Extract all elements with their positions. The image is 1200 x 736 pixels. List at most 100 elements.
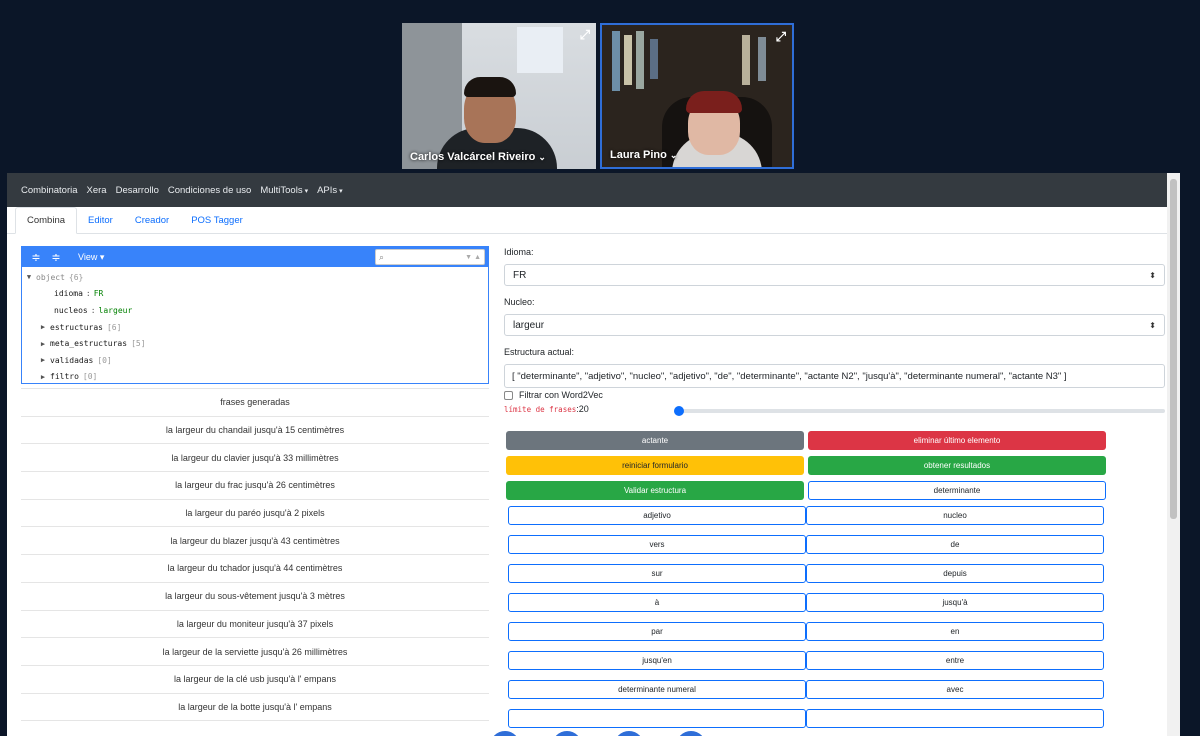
- nucleo-select[interactable]: largeur ⬍: [504, 314, 1165, 336]
- tree-node-nucleos[interactable]: nucleos: largeur: [22, 302, 488, 319]
- tab-bar: Combina Editor Creador POS Tagger: [7, 207, 1180, 234]
- reiniciar-formulario-button[interactable]: reiniciar formulario: [506, 456, 804, 475]
- expand-all-icon[interactable]: ≑: [28, 251, 44, 264]
- idioma-select[interactable]: FR ⬍: [504, 264, 1165, 286]
- word-button[interactable]: [508, 709, 806, 728]
- word2vec-filter[interactable]: Filtrar con Word2Vec: [504, 388, 603, 402]
- next-result-icon[interactable]: ▼: [465, 254, 472, 261]
- collapsed-triangle-icon[interactable]: ▶: [36, 373, 50, 381]
- tree-node-filtro[interactable]: ▶ filtro [0]: [22, 369, 488, 386]
- video-tile-carlos[interactable]: ⤢ Carlos Valcárcel Riveiro ⌄: [402, 23, 596, 169]
- estructura-label: Estructura actual:: [504, 347, 575, 357]
- table-row[interactable]: la largeur du frac jusqu'à 26 centimètre…: [21, 472, 489, 500]
- participant-name: Carlos Valcárcel Riveiro ⌄: [410, 151, 546, 163]
- table-row[interactable]: la largeur du paréo jusqu'à 2 pixels: [21, 500, 489, 528]
- json-tree: ▼ object {6} idioma: FR nucleos: largeur ▶…: [22, 267, 488, 385]
- nucleo-button[interactable]: nucleo: [806, 506, 1104, 525]
- scrollbar-thumb[interactable]: [1170, 179, 1177, 519]
- video-tile-laura[interactable]: ⤢ Laura Pino ⌄: [600, 23, 794, 169]
- page-scrollbar[interactable]: [1167, 173, 1180, 736]
- chevron-down-icon: ▾: [339, 187, 343, 195]
- de-button[interactable]: de: [806, 535, 1104, 554]
- adjetivo-button[interactable]: adjetivo: [508, 506, 806, 525]
- table-row[interactable]: la largeur de la botte jusqu'à l' empans: [21, 694, 489, 722]
- en-button[interactable]: en: [806, 622, 1104, 641]
- chevron-down-icon[interactable]: ⌄: [538, 152, 546, 162]
- jusqua-button[interactable]: jusqu'à: [806, 593, 1104, 612]
- eliminar-ultimo-button[interactable]: eliminar último elemento: [808, 431, 1106, 450]
- table-row[interactable]: la largeur du blazer jusqu'à 43 centimèt…: [21, 527, 489, 556]
- tree-node-validadas[interactable]: ▶ validadas [0]: [22, 352, 488, 369]
- tree-node-estructuras[interactable]: ▶ estructuras [6]: [22, 319, 488, 336]
- previous-result-icon[interactable]: ▲: [474, 254, 481, 261]
- participant-video: [686, 91, 742, 113]
- nav-multitools[interactable]: MultiTools ▾: [260, 185, 308, 196]
- table-row[interactable]: la largeur du sous-vêtement jusqu'à 3 mè…: [21, 583, 489, 611]
- collapse-all-icon[interactable]: ≑: [48, 251, 64, 264]
- a-button[interactable]: à: [508, 593, 806, 612]
- collapsed-triangle-icon[interactable]: ▶: [36, 340, 50, 348]
- table-row[interactable]: la largeur de la clé usb jusqu'à l' empa…: [21, 666, 489, 694]
- idioma-label: Idioma:: [504, 247, 534, 257]
- select-arrows-icon: ⬍: [1149, 320, 1156, 330]
- table-row[interactable]: la largeur du tchador jusqu'à 44 centimè…: [21, 555, 489, 583]
- navbar: Combinatoria Xera Desarrollo Condiciones…: [7, 173, 1180, 207]
- collapsed-triangle-icon[interactable]: ▶: [36, 356, 50, 364]
- limite-control: límite de frases:20: [504, 402, 1165, 416]
- depuis-button[interactable]: depuis: [806, 564, 1104, 583]
- table-row[interactable]: la largeur de la serviette jusqu'à 26 mi…: [21, 638, 489, 666]
- tab-editor[interactable]: Editor: [77, 208, 124, 233]
- expanded-triangle-icon[interactable]: ▼: [22, 273, 36, 281]
- nav-desarrollo[interactable]: Desarrollo: [116, 185, 159, 196]
- word-button[interactable]: [806, 709, 1104, 728]
- actante-button[interactable]: actante: [506, 431, 804, 450]
- structure-buttons: actante eliminar último elemento reinici…: [506, 431, 1106, 728]
- chevron-down-icon: ▾: [304, 187, 309, 195]
- jusquen-button[interactable]: jusqu'en: [508, 651, 806, 670]
- video-background: [517, 27, 563, 73]
- tab-combina[interactable]: Combina: [15, 207, 78, 234]
- nav-xera[interactable]: Xera: [87, 185, 107, 196]
- validar-estructura-button[interactable]: Validar estructura: [506, 481, 804, 500]
- chevron-down-icon[interactable]: ⌄: [670, 150, 678, 160]
- limite-label: límite de frases:20: [504, 404, 589, 414]
- table-row[interactable]: la largeur du chandail jusqu'à 15 centim…: [21, 417, 489, 445]
- expand-icon[interactable]: ⤢: [580, 27, 590, 43]
- collapsed-triangle-icon[interactable]: ▶: [36, 323, 50, 331]
- obtener-resultados-button[interactable]: obtener resultados: [808, 456, 1106, 475]
- expand-icon[interactable]: ⤢: [776, 29, 786, 45]
- vers-button[interactable]: vers: [508, 535, 806, 554]
- select-arrows-icon: ⬍: [1149, 270, 1156, 280]
- avec-button[interactable]: avec: [806, 680, 1104, 699]
- determinante-numeral-button[interactable]: determinante numeral: [508, 680, 806, 699]
- tree-node-root[interactable]: ▼ object {6}: [22, 269, 488, 286]
- tab-pos-tagger[interactable]: POS Tagger: [180, 208, 254, 233]
- json-editor-menu: ≑ ≑ View ▾ ⌕ ▼ ▲: [22, 247, 488, 267]
- par-button[interactable]: par: [508, 622, 806, 641]
- nucleo-label: Nucleo:: [504, 297, 535, 307]
- nav-condiciones[interactable]: Condiciones de uso: [168, 185, 251, 196]
- right-panel: Idioma: FR ⬍ Nucleo: largeur ⬍ Estructura …: [504, 246, 1165, 736]
- tree-node-idioma[interactable]: idioma: FR: [22, 286, 488, 303]
- table-row[interactable]: la largeur du clavier jusqu'à 33 millimè…: [21, 444, 489, 473]
- nav-apis[interactable]: APIs ▾: [317, 185, 343, 196]
- table-row[interactable]: la largeur du moniteur jusqu'à 37 pixels: [21, 611, 489, 639]
- limite-slider-thumb[interactable]: [674, 406, 684, 416]
- search-icon: ⌕: [379, 251, 385, 262]
- entre-button[interactable]: entre: [806, 651, 1104, 670]
- word2vec-checkbox[interactable]: [504, 390, 513, 400]
- left-panel: ≑ ≑ View ▾ ⌕ ▼ ▲ ▼ object {6} idioma:FR: [21, 246, 489, 736]
- participant-name: Laura Pino ⌄: [610, 149, 678, 161]
- nav-combinatoria[interactable]: Combinatoria: [21, 185, 78, 196]
- estructura-input[interactable]: [ "determinante", "adjetivo", "nucleo", …: [504, 364, 1165, 388]
- json-editor: ≑ ≑ View ▾ ⌕ ▼ ▲ ▼ object {6} idioma:FR: [21, 246, 489, 384]
- determinante-button[interactable]: determinante: [808, 481, 1106, 500]
- participant-video: [464, 77, 516, 97]
- results-header: frases generadas: [21, 389, 489, 417]
- limite-slider-track[interactable]: [674, 409, 1165, 413]
- json-search-input[interactable]: ⌕ ▼ ▲: [375, 249, 485, 265]
- view-mode-dropdown[interactable]: View ▾: [78, 252, 104, 263]
- sur-button[interactable]: sur: [508, 564, 806, 583]
- tree-node-meta-estructuras[interactable]: ▶ meta_estructuras [5]: [22, 335, 488, 352]
- tab-creador[interactable]: Creador: [124, 208, 180, 233]
